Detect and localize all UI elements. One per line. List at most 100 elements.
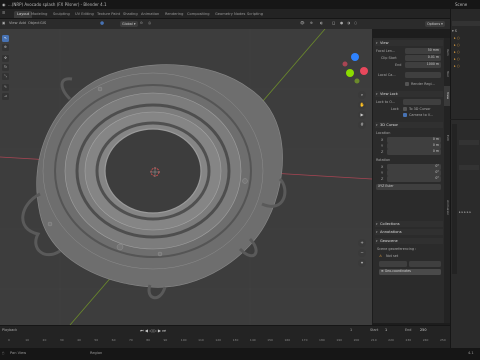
shading-solid-icon[interactable]: ● — [340, 21, 343, 25]
shading-material-icon[interactable]: ◑ — [347, 21, 350, 25]
file-menu[interactable]: ☰ — [2, 11, 5, 15]
rotation-label: Rotation — [376, 158, 391, 162]
zoom-icon[interactable]: ⌕ — [358, 91, 366, 99]
clip-end-field[interactable]: 1000 m — [405, 62, 441, 68]
focal-length-field[interactable]: 50 mm — [405, 48, 441, 54]
cursor-loc-z-field[interactable]: 0 m — [387, 149, 441, 155]
proportional-edit-icon[interactable]: ◎ — [148, 21, 151, 25]
remove-marker-icon[interactable]: − — [358, 249, 366, 257]
snap-icon[interactable]: ⊙ — [140, 21, 143, 25]
blender-logo-icon: ◉ — [2, 2, 6, 7]
overlays-icon[interactable]: ◐ — [320, 21, 323, 25]
location-pin-icon[interactable]: ⌖ — [358, 259, 366, 267]
camera-to-view-label: Camera to V... — [409, 113, 433, 117]
timeline-playback-menu[interactable]: Playback — [2, 328, 17, 332]
workspace-tab[interactable]: Compositing — [184, 11, 213, 18]
select-tool-icon[interactable]: ↖ — [2, 35, 9, 42]
gizmo-z-icon[interactable] — [351, 53, 359, 61]
lock-to-object-field[interactable] — [403, 99, 441, 105]
rotation-mode-dropdown[interactable]: XYZ Euler — [376, 184, 441, 190]
current-frame-field[interactable]: 1 — [350, 328, 352, 332]
view-section-header[interactable]: View — [375, 40, 443, 46]
visibility-icon[interactable]: 👁 — [300, 21, 305, 25]
menu-gis[interactable]: GIS — [40, 21, 46, 25]
workspace-tab[interactable]: Animation — [138, 11, 162, 18]
gizmo-icon[interactable]: ⊕ — [310, 21, 313, 25]
gizmo-y-icon[interactable] — [346, 69, 354, 77]
end-frame-field[interactable]: 250 — [420, 328, 426, 332]
navigation-gizmo[interactable] — [342, 53, 369, 84]
geo-field-2[interactable] — [409, 261, 441, 267]
workspace-tab[interactable]: Scripting — [244, 11, 266, 18]
playback-controls[interactable]: ⏮ ◀ ◁ ▷ ▶ ⏭ — [140, 328, 166, 333]
workspace-tab[interactable]: Sculpting — [50, 11, 73, 18]
geoscene-section-header[interactable]: Geoscene — [375, 238, 443, 244]
render-region-checkbox[interactable] — [405, 82, 409, 86]
outliner-row-scene[interactable]: ▾ S — [452, 29, 457, 33]
outliner-row-3[interactable]: ▸ ○ — [454, 50, 460, 54]
scene-selector[interactable]: Scene — [455, 2, 467, 7]
gizmo-neg-x-icon[interactable] — [342, 61, 348, 67]
avocado-splash-mesh[interactable] — [21, 64, 287, 300]
perspective-grid-icon[interactable]: # — [358, 121, 366, 129]
outliner-row-4[interactable]: ▸ ○ — [454, 57, 460, 61]
geo-field-1[interactable] — [379, 261, 407, 267]
add-marker-icon[interactable]: + — [358, 239, 366, 247]
transform-pivot-icon[interactable]: ⬤ — [100, 21, 104, 25]
pan-hand-icon[interactable]: ✋ — [358, 101, 366, 109]
menu-add[interactable]: Add — [19, 21, 26, 25]
geo-coordinates-button[interactable]: ⊕ Geo-coordinates — [379, 269, 441, 275]
cursor-rot-z-field[interactable]: 0° — [387, 176, 441, 182]
workspace-tab[interactable]: Modeling — [28, 11, 50, 18]
properties-field-2[interactable] — [459, 165, 479, 170]
scale-tool-icon[interactable]: ⤡ — [2, 73, 9, 80]
properties-editor: ▸ ▸ ▸ ▸ ▸ — [450, 120, 480, 348]
annotate-tool-icon[interactable]: ✎ — [2, 84, 9, 91]
cursor-rot-y-field[interactable]: 0° — [387, 170, 441, 176]
workspace-tabs: ☰ Layout Modeling Sculpting UV Editing Textu… — [0, 9, 480, 19]
workspace-tab[interactable]: Rendering — [162, 11, 186, 18]
annotations-section-header[interactable]: Annotations — [375, 229, 443, 235]
start-frame-field[interactable]: 1 — [385, 328, 387, 332]
xray-icon[interactable]: ▢ — [332, 21, 335, 25]
3d-viewport[interactable]: ↖ ⊕ ✥ ↻ ⤡ ✎ ⊿ ⌕ ✋ ▶ # + − ⌖ — [0, 29, 372, 325]
move-tool-icon[interactable]: ✥ — [2, 55, 9, 62]
workspace-tab[interactable]: Texture Paint — [94, 11, 123, 18]
menu-view[interactable]: View — [9, 21, 18, 25]
timeline-tick-label: 190 — [336, 338, 343, 342]
camera-to-view-checkbox[interactable] — [403, 113, 407, 117]
measure-tool-icon[interactable]: ⊿ — [2, 93, 9, 100]
clip-start-field[interactable]: 0.01 m — [405, 55, 441, 61]
editor-type-icon[interactable]: ▣ — [2, 21, 5, 25]
lock-label: Lock — [391, 107, 399, 111]
orientation-dropdown[interactable]: Global ▾ — [120, 21, 138, 27]
workspace-tab[interactable]: Geometry Nodes — [212, 11, 248, 18]
outliner-row-1[interactable]: ▸ ○ — [454, 36, 460, 40]
properties-list: ▸ ▸ ▸ ▸ ▸ — [459, 210, 472, 214]
timeline-ruler[interactable]: 0 10 20 30 40 50 60 70 80 90 100 110 120 130 140 150 160… — [0, 336, 450, 347]
gizmo-x-icon[interactable] — [360, 67, 368, 75]
rotate-tool-icon[interactable]: ↻ — [2, 64, 9, 71]
cursor-rot-x-field[interactable]: 0° — [387, 164, 441, 170]
cursor-tool-icon[interactable]: ⊕ — [2, 44, 9, 51]
menu-object[interactable]: Object — [28, 21, 40, 25]
cursor-loc-x-field[interactable]: 0 m — [387, 137, 441, 143]
collections-section-header[interactable]: Collections — [375, 221, 443, 227]
outliner-row-2[interactable]: ▸ ○ — [454, 43, 460, 47]
camera-view-icon[interactable]: ▶ — [358, 111, 366, 119]
outliner-row-5[interactable]: ▸ ○ — [454, 64, 460, 68]
properties-tabs[interactable] — [452, 124, 457, 274]
properties-field-1[interactable] — [459, 140, 479, 145]
local-camera-field[interactable] — [405, 72, 441, 78]
to-3d-cursor-checkbox[interactable] — [403, 107, 407, 111]
shading-rendered-icon[interactable]: ○ — [354, 21, 357, 25]
warning-icon: ⚠ — [379, 254, 383, 258]
gizmo-neg-y-icon[interactable] — [354, 78, 360, 84]
cursor-loc-y-field[interactable]: 0 m — [387, 143, 441, 149]
focal-length-label: Focal Len... — [376, 49, 396, 53]
options-dropdown[interactable]: Options ▾ — [425, 21, 445, 27]
view-lock-section-header[interactable]: View Lock — [375, 91, 443, 97]
outliner-search[interactable] — [452, 21, 480, 26]
3d-cursor-section-header[interactable]: 3D Cursor — [375, 122, 443, 128]
end-label: End — [405, 328, 412, 332]
